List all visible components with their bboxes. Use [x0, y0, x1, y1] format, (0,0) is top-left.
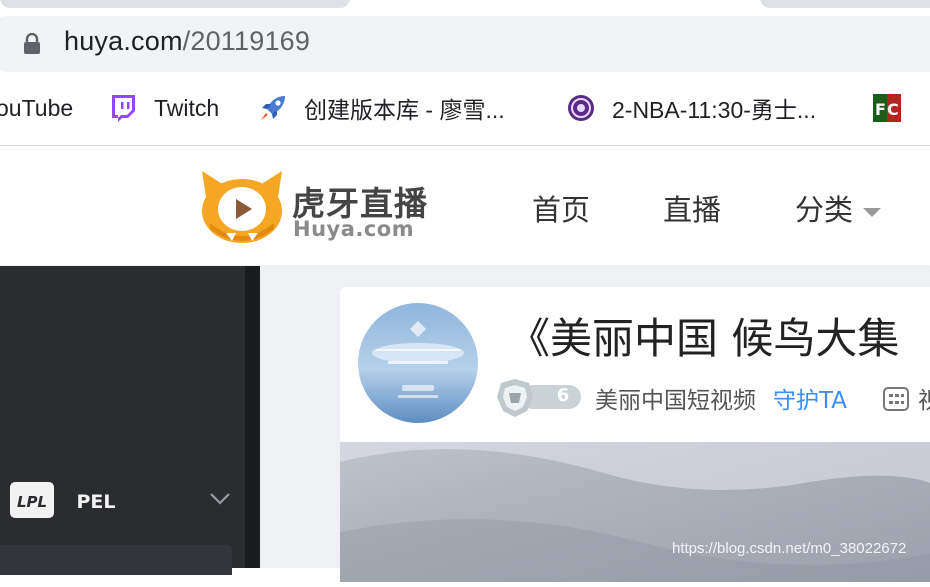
bookmark-git-tutorial[interactable]: 创建版本库 - 廖雪... [258, 86, 505, 130]
sidebar-item[interactable] [0, 545, 232, 575]
room-title: 《美丽中国 候鸟大集 [508, 314, 900, 363]
anchor-name[interactable]: 美丽中国短视频 [595, 381, 756, 415]
watermark-text: https://blog.csdn.net/m0_38022672 [672, 540, 907, 557]
anchor-level-number: 6 [556, 385, 570, 406]
bookmark-label: Twitch [154, 94, 220, 121]
url-path: /20119169 [182, 26, 311, 56]
category-icon [883, 387, 909, 411]
pel-game-icon[interactable]: PEL [74, 480, 118, 520]
caret-down-icon [863, 207, 882, 217]
sidebar [0, 266, 245, 568]
bookmark-twitch[interactable]: Twitch [108, 86, 219, 130]
site-header: 虎牙直播 Huya.com 首页 直播 分类 [0, 147, 930, 265]
browser-tab[interactable] [760, 0, 930, 8]
nav-category[interactable]: 分类 [795, 187, 882, 229]
category-label[interactable]: 视 [918, 381, 930, 415]
browser-tab[interactable] [0, 0, 350, 8]
tab-strip [0, 0, 930, 8]
browser-chrome: huya.com/20119169 ouTube Twitch 创建版本库 - … [0, 0, 930, 146]
nav-live[interactable]: 直播 [663, 187, 721, 229]
guard-link[interactable]: 守护TA [773, 381, 847, 415]
twitch-icon [112, 95, 135, 122]
chevron-down-icon[interactable] [208, 490, 232, 506]
bookmark-label: ouTube [0, 94, 74, 121]
url-text[interactable]: huya.com/20119169 [64, 26, 310, 57]
bookmark-label: 2-NBA-11:30-勇士... [612, 97, 817, 123]
rocket-icon [261, 96, 285, 120]
huya-mascot-logo-icon[interactable] [200, 167, 284, 245]
video-frame [340, 442, 930, 582]
logo-text-en: Huya.com [293, 217, 415, 241]
bookmark-youtube[interactable]: ouTube [0, 86, 73, 130]
sidebar-divider [245, 266, 260, 568]
nba-site-icon [568, 95, 594, 121]
bookmarks-bar: ouTube Twitch 创建版本库 - 廖雪... 2-NBA-11:30-… [0, 86, 930, 130]
svg-text:F: F [875, 100, 886, 119]
lock-icon[interactable] [22, 33, 42, 55]
nav-category-label: 分类 [795, 193, 854, 227]
fc-icon: F C [873, 94, 901, 122]
bookmark-label: 创建版本库 - 廖雪... [304, 97, 505, 123]
anchor-avatar[interactable] [358, 303, 478, 423]
bookmark-fc[interactable]: F C [872, 86, 918, 130]
lpl-game-label: LPL [17, 493, 47, 511]
pel-game-label: PEL [76, 491, 115, 513]
bookmark-nba[interactable]: 2-NBA-11:30-勇士... [566, 86, 816, 130]
nav-home[interactable]: 首页 [532, 187, 590, 229]
lpl-game-icon[interactable]: LPL [10, 480, 54, 520]
url-host: huya.com [64, 26, 183, 56]
svg-text:C: C [887, 100, 899, 119]
